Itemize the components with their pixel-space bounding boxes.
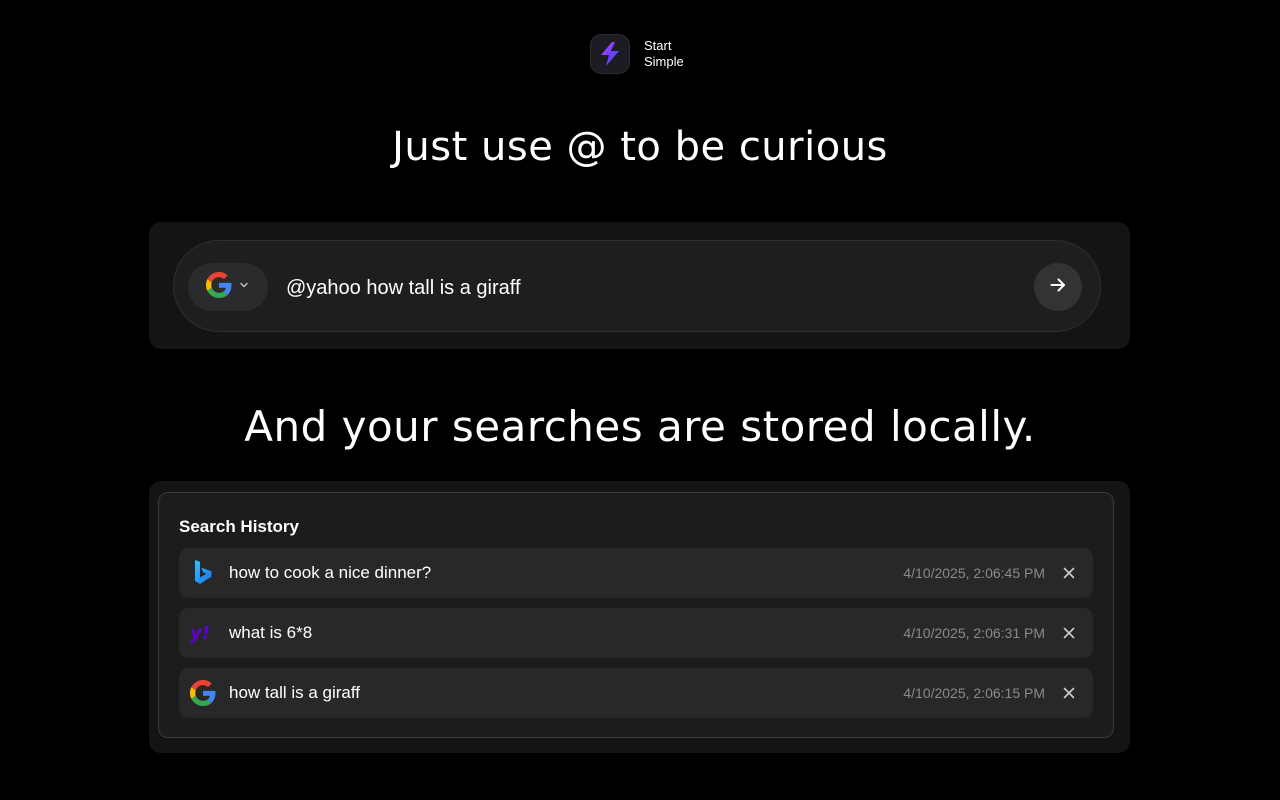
remove-history-button[interactable] [1059,683,1079,703]
history-query: what is 6*8 [229,623,313,642]
google-icon [206,271,232,303]
google-icon [190,680,216,706]
arrow-right-icon [1048,275,1068,300]
app-name-line1: Start [644,38,672,53]
remove-history-button[interactable] [1059,563,1079,583]
bing-icon [190,560,216,586]
search-bar [173,240,1101,332]
history-timestamp: 4/10/2025, 2:06:15 PM [903,685,1045,701]
svg-text:y!: y! [190,623,210,644]
search-submit-button[interactable] [1034,263,1082,311]
history-timestamp: 4/10/2025, 2:06:31 PM [903,625,1045,641]
search-history-card: Search History how to cook a nice dinner… [158,492,1114,738]
lightning-bolt-icon [590,34,630,74]
history-item[interactable]: how tall is a giraff 4/10/2025, 2:06:15 … [179,668,1093,718]
headline-secondary: And your searches are stored locally. [244,402,1036,451]
search-input[interactable] [284,269,1008,307]
headline-primary: Just use @ to be curious [392,124,888,170]
app-name: Start Simple [644,38,684,70]
remove-history-button[interactable] [1059,623,1079,643]
history-item[interactable]: how to cook a nice dinner? 4/10/2025, 2:… [179,548,1093,598]
history-query: how to cook a nice dinner? [229,563,432,582]
history-panel: Search History how to cook a nice dinner… [149,481,1130,753]
search-history-list: how to cook a nice dinner? 4/10/2025, 2:… [179,548,1093,728]
history-timestamp: 4/10/2025, 2:06:45 PM [903,565,1045,581]
search-engine-selector[interactable] [188,263,268,311]
app-logo: Start Simple [590,34,684,74]
search-history-title: Search History [179,517,299,536]
search-panel [149,222,1130,349]
history-query: how tall is a giraff [229,683,361,702]
history-item[interactable]: y! what is 6*8 4/10/2025, 2:06:31 PM [179,608,1093,658]
page: Start Simple Just use @ to be curious @y… [0,0,1280,800]
close-icon [1063,627,1075,639]
chevron-down-icon [238,278,250,296]
close-icon [1063,687,1075,699]
app-name-line2: Simple [644,54,684,69]
yahoo-icon: y! [190,620,216,646]
close-icon [1063,567,1075,579]
